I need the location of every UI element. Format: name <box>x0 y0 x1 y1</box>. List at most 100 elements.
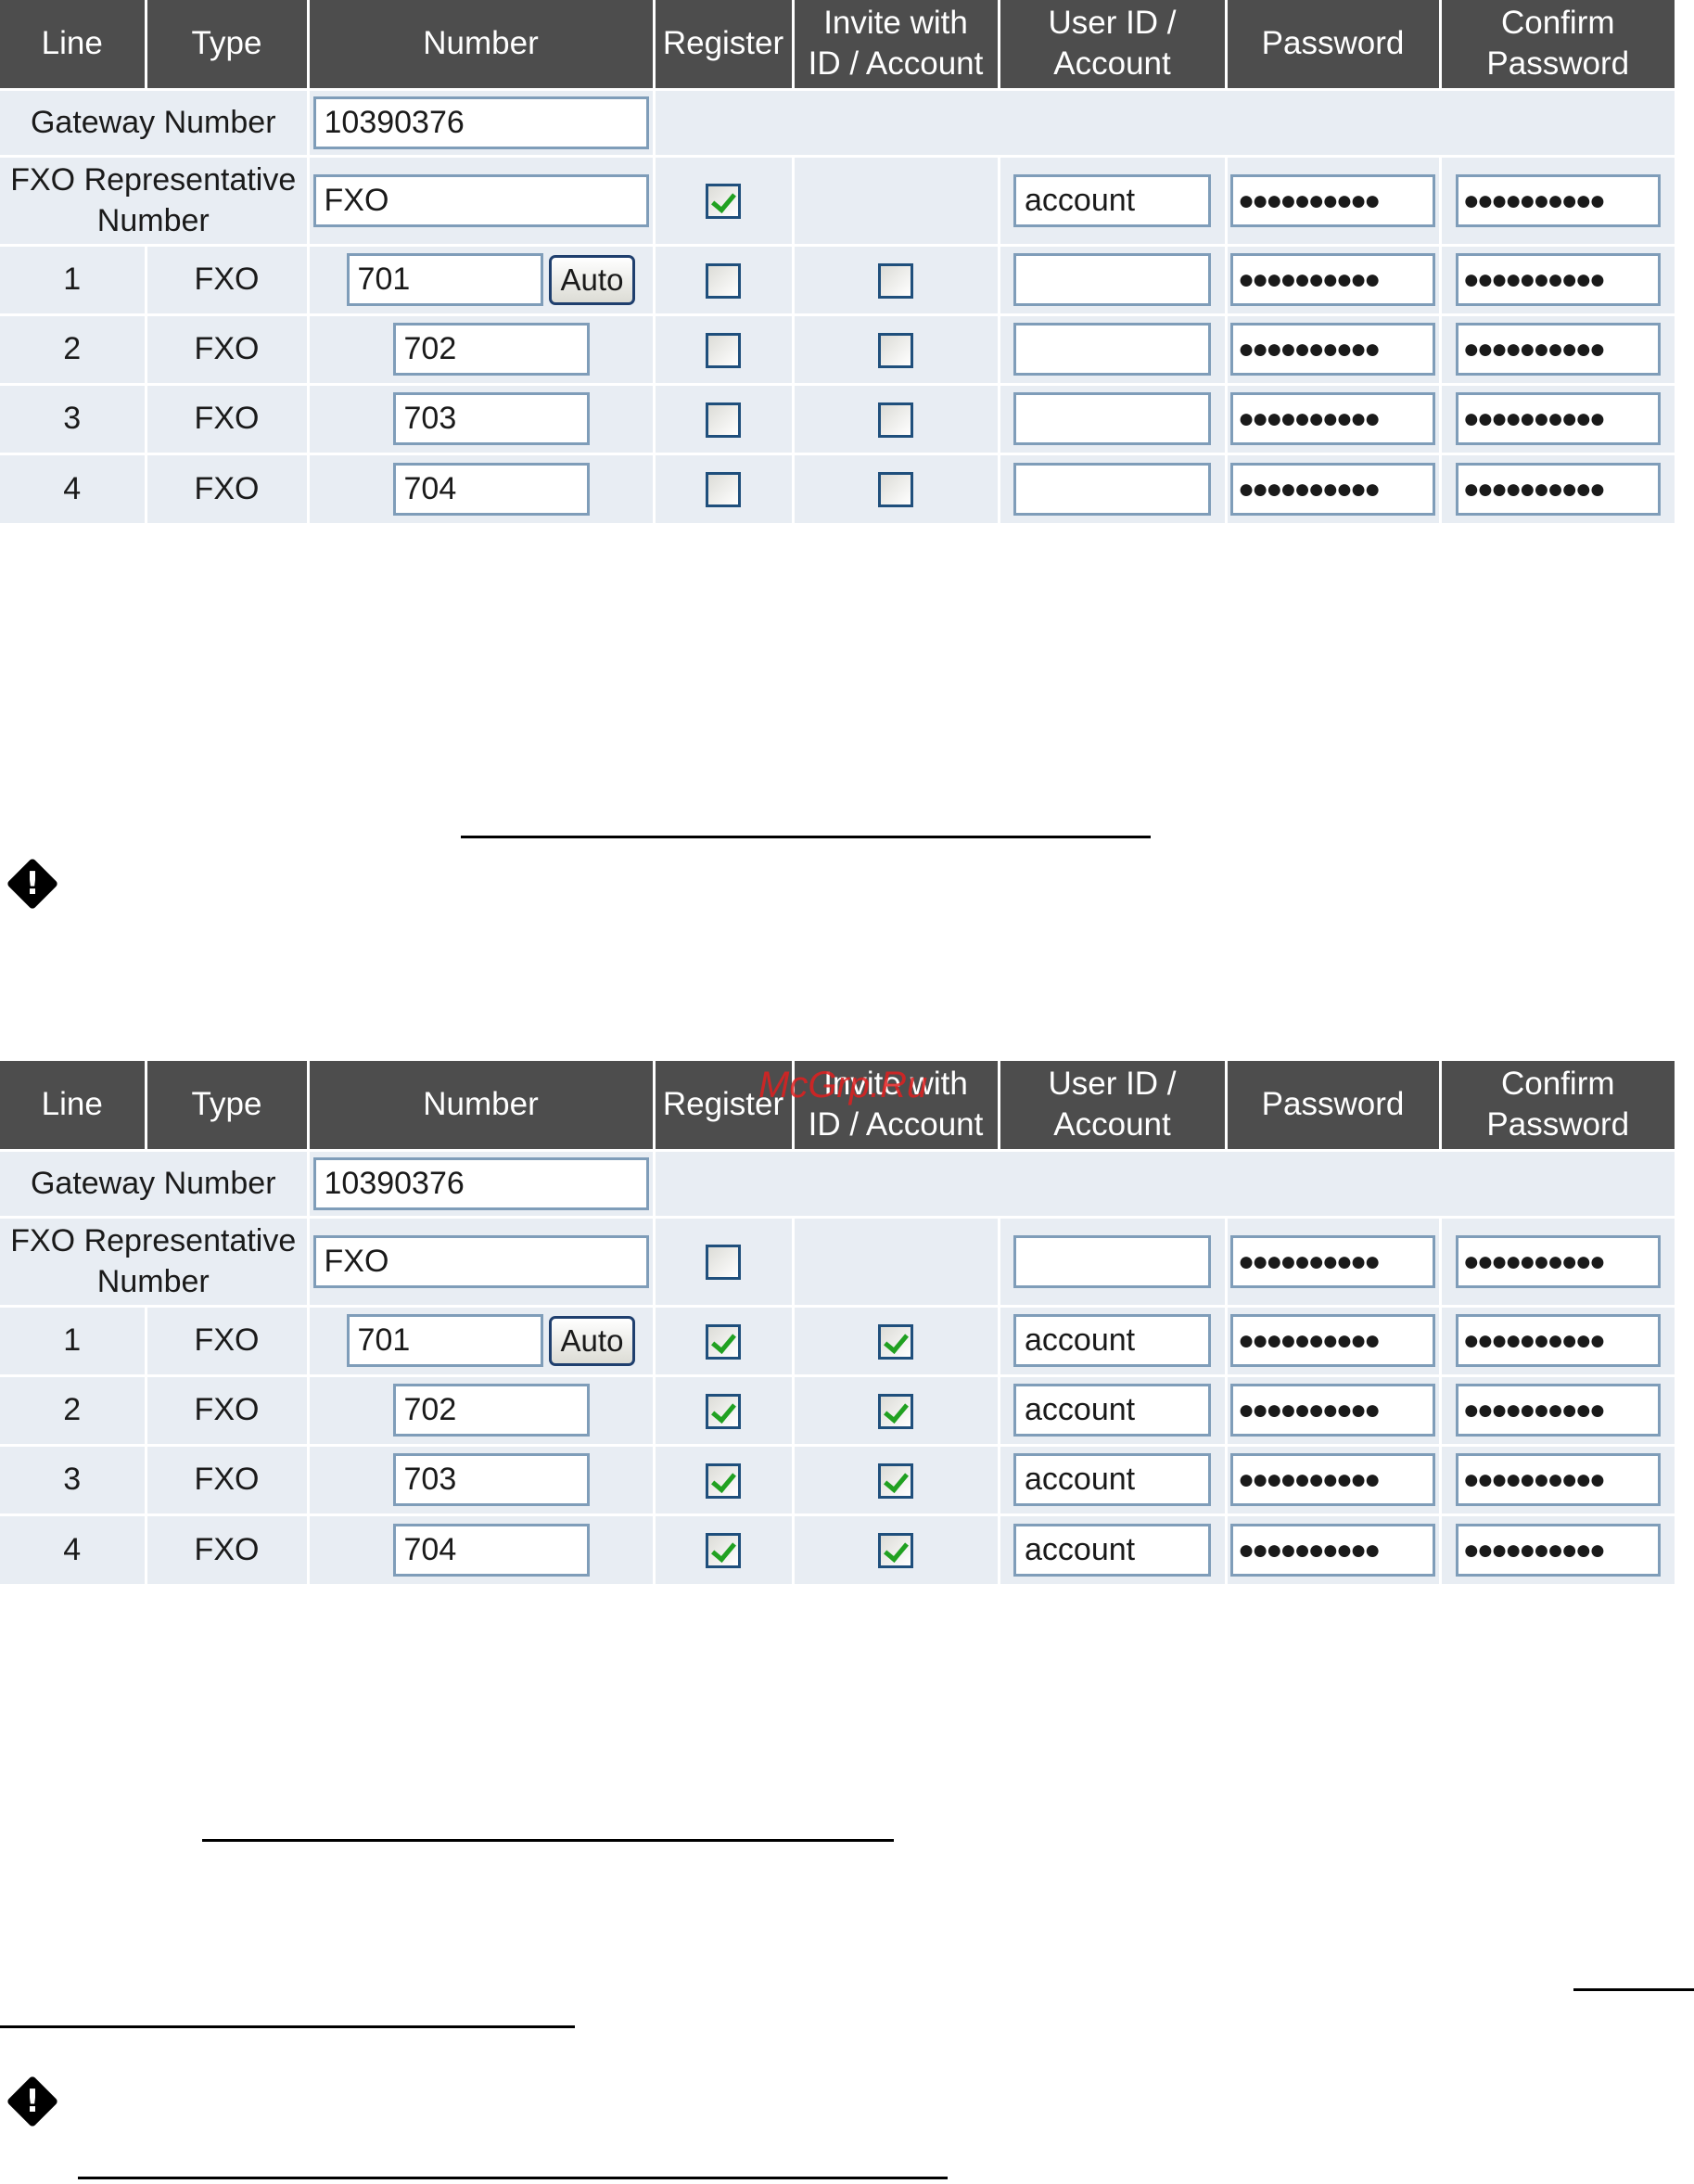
password-input[interactable]: ●●●●●●●●●● <box>1230 323 1435 376</box>
line-number-input[interactable]: 704 <box>392 1523 590 1577</box>
representative-password-input[interactable]: ●●●●●●●●●● <box>1230 1234 1435 1288</box>
register-checkbox[interactable] <box>706 1533 741 1569</box>
user-id-input[interactable]: account <box>1013 1314 1211 1367</box>
underline-rule <box>202 1839 894 1842</box>
gateway-number-row: Gateway Number 10390376 <box>0 87 1675 156</box>
header-line: Line <box>0 0 147 89</box>
representative-register-checkbox[interactable] <box>706 184 741 219</box>
gateway-number-input[interactable]: 10390376 <box>312 1156 649 1210</box>
header-confirm-password: Confirm Password <box>1440 0 1675 89</box>
representative-user-id-input[interactable] <box>1013 1234 1211 1288</box>
representative-row: FXO Representative Number FXO ●●●●●●●●●● … <box>0 1215 1675 1306</box>
password-input[interactable]: ●●●●●●●●●● <box>1230 1384 1435 1437</box>
line-number: 4 <box>0 452 147 523</box>
line-number-input[interactable]: 704 <box>392 462 590 516</box>
invite-checkbox[interactable] <box>878 262 913 299</box>
line-number: 2 <box>0 1373 147 1445</box>
representative-label: FXO Representative Number <box>0 1215 310 1306</box>
confirm-password-input[interactable]: ●●●●●●●●●● <box>1455 1384 1661 1437</box>
user-id-input[interactable] <box>1013 462 1211 516</box>
line-number-input[interactable]: 703 <box>392 1453 590 1506</box>
invite-checkbox[interactable] <box>878 1462 913 1499</box>
auto-button[interactable]: Auto <box>548 1315 636 1366</box>
underline-rule <box>78 2177 948 2179</box>
invite-checkbox[interactable] <box>878 1393 913 1429</box>
invite-checkbox[interactable] <box>878 332 913 368</box>
underline-rule <box>0 2025 575 2028</box>
header-line: Line <box>0 1061 147 1150</box>
table-row: 2 FXO 702 account ●●●●●●●●●● ●●●●●●●●●● <box>0 1373 1675 1445</box>
representative-row: FXO Representative Number FXO account ●●●… <box>0 154 1675 245</box>
gateway-number-row: Gateway Number 10390376 <box>0 1148 1675 1217</box>
password-input[interactable]: ●●●●●●●●●● <box>1230 462 1435 516</box>
representative-number-input[interactable]: FXO <box>312 1234 649 1288</box>
representative-label: FXO Representative Number <box>0 154 310 245</box>
watermark: McGrp.Ru <box>758 1065 928 1105</box>
password-input[interactable]: ●●●●●●●●●● <box>1230 1314 1435 1367</box>
header-type: Type <box>146 1061 310 1150</box>
password-input[interactable]: ●●●●●●●●●● <box>1230 1523 1435 1577</box>
header-password: Password <box>1226 1061 1442 1150</box>
user-id-input[interactable] <box>1013 392 1211 445</box>
warning-icon-2: ! <box>6 2075 59 2128</box>
user-id-input[interactable]: account <box>1013 1453 1211 1506</box>
table-row: 1 FXO 701 Auto ●●●●●●●●●● ●●●●●●●●●● <box>0 243 1675 314</box>
gateway-number-label: Gateway Number <box>0 1148 310 1217</box>
password-input[interactable]: ●●●●●●●●●● <box>1230 392 1435 445</box>
register-checkbox[interactable] <box>706 332 741 368</box>
confirm-password-input[interactable]: ●●●●●●●●●● <box>1455 253 1661 306</box>
line-number: 4 <box>0 1513 147 1584</box>
line-type: FXO <box>146 452 310 523</box>
password-input[interactable]: ●●●●●●●●●● <box>1230 1453 1435 1506</box>
user-id-input[interactable]: account <box>1013 1523 1211 1577</box>
confirm-password-input[interactable]: ●●●●●●●●●● <box>1455 323 1661 376</box>
representative-user-id-input[interactable]: account <box>1013 173 1211 227</box>
representative-password-input[interactable]: ●●●●●●●●●● <box>1230 173 1435 227</box>
header-user-id: User ID / Account <box>999 1061 1228 1150</box>
header-user-id: User ID / Account <box>999 0 1228 89</box>
register-checkbox[interactable] <box>706 262 741 299</box>
register-checkbox[interactable] <box>706 1323 741 1360</box>
invite-checkbox[interactable] <box>878 472 913 508</box>
line-number-input[interactable]: 701 <box>346 1314 543 1367</box>
register-checkbox[interactable] <box>706 472 741 508</box>
line-number-input[interactable]: 701 <box>346 253 543 306</box>
representative-register-checkbox[interactable] <box>706 1245 741 1280</box>
representative-confirm-password-input[interactable]: ●●●●●●●●●● <box>1455 173 1661 227</box>
confirm-password-input[interactable]: ●●●●●●●●●● <box>1455 1453 1661 1506</box>
representative-number-input[interactable]: FXO <box>312 173 649 227</box>
line-number: 3 <box>0 1443 147 1514</box>
user-id-input[interactable]: account <box>1013 1384 1211 1437</box>
register-checkbox[interactable] <box>706 1393 741 1429</box>
confirm-password-input[interactable]: ●●●●●●●●●● <box>1455 1523 1661 1577</box>
gateway-number-input[interactable]: 10390376 <box>312 96 649 149</box>
table-row: 4 FXO 704 ●●●●●●●●●● ●●●●●●●●●● <box>0 452 1675 523</box>
auto-button[interactable]: Auto <box>548 254 636 305</box>
header-confirm-password: Confirm Password <box>1440 1061 1675 1150</box>
confirm-password-input[interactable]: ●●●●●●●●●● <box>1455 392 1661 445</box>
gateway-number-label: Gateway Number <box>0 87 310 156</box>
header-register: Register <box>654 0 795 89</box>
underline-rule <box>461 836 1151 838</box>
warning-icon-1: ! <box>6 857 59 911</box>
invite-checkbox[interactable] <box>878 402 913 438</box>
invite-checkbox[interactable] <box>878 1323 913 1360</box>
line-type: FXO <box>146 313 310 384</box>
line-type: FXO <box>146 243 310 314</box>
confirm-password-input[interactable]: ●●●●●●●●●● <box>1455 1314 1661 1367</box>
line-number: 2 <box>0 313 147 384</box>
line-number-input[interactable]: 702 <box>392 323 590 376</box>
table-row: 3 FXO 703 ●●●●●●●●●● ●●●●●●●●●● <box>0 382 1675 453</box>
user-id-input[interactable] <box>1013 253 1211 306</box>
line-number-input[interactable]: 703 <box>392 392 590 445</box>
representative-confirm-password-input[interactable]: ●●●●●●●●●● <box>1455 1234 1661 1288</box>
invite-checkbox[interactable] <box>878 1533 913 1569</box>
config-panel-1: Line Type Number Register Invite with ID … <box>0 0 1675 523</box>
register-checkbox[interactable] <box>706 1462 741 1499</box>
password-input[interactable]: ●●●●●●●●●● <box>1230 253 1435 306</box>
register-checkbox[interactable] <box>706 402 741 438</box>
user-id-input[interactable] <box>1013 323 1211 376</box>
table-row: 2 FXO 702 ●●●●●●●●●● ●●●●●●●●●● <box>0 313 1675 384</box>
line-number-input[interactable]: 702 <box>392 1384 590 1437</box>
confirm-password-input[interactable]: ●●●●●●●●●● <box>1455 462 1661 516</box>
